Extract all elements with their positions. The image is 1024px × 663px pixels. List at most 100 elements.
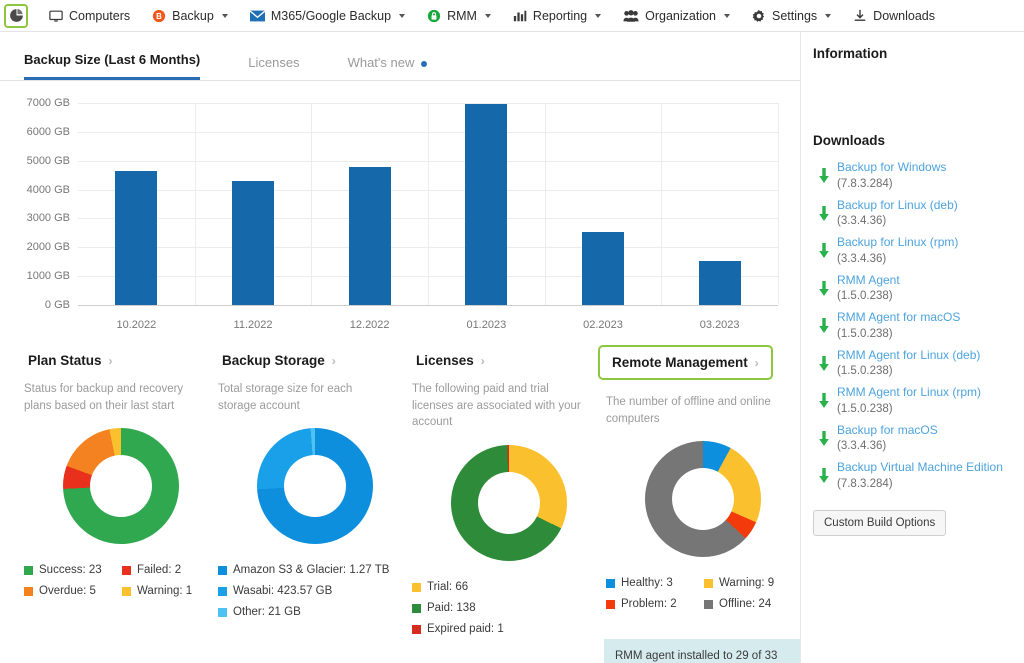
chevron-down-icon <box>399 13 406 18</box>
download-icon <box>853 9 867 23</box>
nav-item-m365-google-backup[interactable]: M365/Google Backup <box>239 0 416 32</box>
legend-label: Warning: 1 <box>137 585 193 598</box>
legend-item: Problem: 2 <box>606 598 704 612</box>
download-item[interactable]: Backup for Linux (deb) (3.3.4.36) <box>811 198 1024 230</box>
card-title-link[interactable]: Backup Storage › <box>218 351 340 370</box>
legend-swatch <box>122 566 131 576</box>
x-axis-tick-label: 11.2022 <box>233 319 273 331</box>
card-title: Backup Storage <box>222 353 325 368</box>
legend-item: Failed: 2 <box>122 564 220 578</box>
donut-chart[interactable] <box>645 441 761 558</box>
nav-item-rmm[interactable]: RMM <box>416 0 502 32</box>
legend-item: Healthy: 3 <box>606 577 704 591</box>
legend-swatch <box>606 600 615 610</box>
legend-swatch <box>218 587 227 597</box>
download-link[interactable]: RMM Agent for Linux (deb) <box>837 348 980 362</box>
users-icon <box>623 9 639 23</box>
download-arrow-icon <box>811 423 837 447</box>
download-link[interactable]: RMM Agent for Linux (rpm) <box>837 385 981 399</box>
download-link[interactable]: RMM Agent for macOS <box>837 310 960 324</box>
legend-swatch <box>412 583 421 593</box>
download-item[interactable]: RMM Agent for macOS (1.5.0.238) <box>811 310 1024 342</box>
legend-swatch <box>704 600 713 610</box>
download-link[interactable]: Backup for Linux (deb) <box>837 198 958 212</box>
chart-vertical-gridline <box>544 103 546 305</box>
download-link[interactable]: RMM Agent <box>837 273 900 287</box>
donut-chart[interactable] <box>63 428 179 545</box>
download-link[interactable]: Backup for macOS <box>837 423 938 437</box>
x-axis-tick-label: 10.2022 <box>116 319 157 331</box>
nav-item-label: Backup <box>172 8 214 23</box>
card-backup-storage: Backup Storage › Total storage size for ea… <box>218 351 412 643</box>
legend-item: Overdue: 5 <box>24 585 122 599</box>
chart-bar[interactable] <box>698 260 741 305</box>
download-link[interactable]: Backup for Windows <box>837 160 946 174</box>
new-indicator-dot <box>421 60 428 67</box>
backup-shield-icon: B <box>152 9 166 23</box>
y-axis-tick-label: 2000 GB <box>26 241 70 254</box>
chart-bar[interactable] <box>582 232 624 305</box>
download-version: (7.8.3.284) <box>837 177 893 190</box>
legend-swatch <box>412 624 421 634</box>
page-body: Backup Size (Last 6 Months) Licenses What'… <box>0 32 1024 663</box>
download-item[interactable]: RMM Agent for Linux (rpm) (1.5.0.238) <box>811 385 1024 417</box>
nav-item-organization[interactable]: Organization <box>612 0 741 32</box>
nav-item-label: Computers <box>69 8 131 23</box>
x-axis-tick-label: 12.2022 <box>349 319 390 331</box>
card-title: Plan Status <box>28 353 102 368</box>
x-axis-tick-label: 01.2023 <box>466 319 507 331</box>
card-title-link[interactable]: Remote Management › <box>598 345 773 380</box>
tab-what-s-new[interactable]: What's new <box>348 55 428 80</box>
chart-vertical-gridline <box>778 103 779 305</box>
download-item[interactable]: Backup for Windows (7.8.3.284) <box>811 160 1024 192</box>
download-item[interactable]: Backup for macOS (3.3.4.36) <box>811 423 1024 455</box>
app-logo-button[interactable] <box>4 3 28 28</box>
x-axis-tick-label: 03.2023 <box>699 319 740 331</box>
legend-label: Expired paid: 1 <box>427 622 504 635</box>
download-arrow-icon <box>811 273 837 297</box>
monitor-icon <box>49 9 63 23</box>
legend-swatch <box>218 566 227 576</box>
card-remote-management: Remote Management › The number of offline … <box>598 345 800 643</box>
chart-bar[interactable] <box>232 180 274 305</box>
legend-item: Trial: 66 <box>412 581 608 595</box>
donut-chart[interactable] <box>257 428 373 545</box>
information-title: Information <box>813 46 888 61</box>
chevron-down-icon <box>221 13 228 18</box>
chart-bar[interactable] <box>465 104 508 305</box>
download-item[interactable]: Backup for Linux (rpm) (3.3.4.36) <box>811 235 1024 267</box>
nav-item-settings[interactable]: Settings <box>741 0 842 32</box>
tab-licenses[interactable]: Licenses <box>248 55 299 80</box>
y-axis-tick-label: 3000 GB <box>26 212 70 225</box>
download-link[interactable]: Backup for Linux (rpm) <box>837 235 958 249</box>
pie-chart-logo-icon <box>9 8 24 23</box>
card-title-link[interactable]: Plan Status › <box>24 351 117 370</box>
chart-bar[interactable] <box>115 171 158 305</box>
legend-label: Healthy: 3 <box>621 577 673 590</box>
legend-swatch <box>24 566 33 576</box>
download-item[interactable]: RMM Agent (1.5.0.238) <box>811 273 1024 305</box>
nav-item-label: M365/Google Backup <box>270 8 392 23</box>
tab-backup-size-last-6-months[interactable]: Backup Size (Last 6 Months) <box>24 52 201 80</box>
download-item[interactable]: RMM Agent for Linux (deb) (1.5.0.238) <box>811 348 1024 380</box>
legend-label: Amazon S3 & Glacier: 1.27 TB <box>233 564 390 577</box>
card-legend: Success: 23 Failed: 2 Overdue: 5 Warning: 1 <box>24 564 220 606</box>
chart-bar[interactable] <box>348 167 391 305</box>
download-version: (3.3.4.36) <box>837 215 887 228</box>
nav-item-reporting[interactable]: Reporting <box>502 0 612 32</box>
nav-item-downloads[interactable]: Downloads <box>842 0 946 32</box>
custom-build-options-button[interactable]: Custom Build Options <box>813 509 947 536</box>
download-link[interactable]: Backup Virtual Machine Edition <box>837 460 1003 474</box>
download-version: (3.3.4.36) <box>837 440 887 453</box>
download-version: (1.5.0.238) <box>837 402 893 415</box>
nav-item-computers[interactable]: Computers <box>38 0 141 32</box>
download-item[interactable]: Backup Virtual Machine Edition (7.8.3.284… <box>811 460 1024 492</box>
tab-label: What's new <box>347 55 415 70</box>
chart-vertical-gridline <box>661 103 663 305</box>
card-title-link[interactable]: Licenses › <box>412 351 489 370</box>
chevron-down-icon <box>595 13 602 18</box>
nav-item-backup[interactable]: B Backup <box>141 0 239 32</box>
backup-size-bar-chart: 0 GB 1000 GB 2000 GB 3000 GB 4000 GB 5000 GB 6… <box>0 93 800 343</box>
download-arrow-icon <box>811 235 837 259</box>
donut-chart[interactable] <box>451 445 567 562</box>
